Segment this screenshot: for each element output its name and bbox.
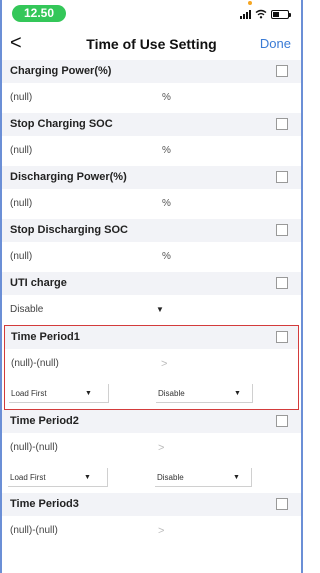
stop-discharging-soc-row[interactable]: (null) % (2, 242, 301, 272)
nav-bar: < Time of Use Setting Done (2, 26, 301, 60)
charging-power-value[interactable]: (null) (10, 92, 32, 103)
charging-power-unit: % (162, 92, 171, 103)
time-period-1-mode-value: Load First (11, 389, 47, 398)
uti-charge-dropdown[interactable]: Disable ▼ (2, 295, 301, 325)
signal-icon (240, 9, 251, 19)
stop-discharging-soc-value[interactable]: (null) (10, 251, 32, 262)
time-period-2-checkbox[interactable] (276, 415, 288, 427)
status-bar: 12.50 (2, 0, 301, 26)
time-period-3-range[interactable]: (null)-(null) (10, 525, 58, 536)
page-title: Time of Use Setting (86, 36, 217, 52)
uti-charge-label: UTI charge (10, 277, 67, 289)
wifi-icon (255, 9, 267, 19)
time-period-2-mode-select[interactable]: Load First ▼ (8, 468, 108, 487)
stop-charging-soc-checkbox[interactable] (276, 118, 288, 130)
chevron-down-icon: ▼ (233, 474, 240, 481)
discharging-power-row[interactable]: (null) % (2, 189, 301, 219)
discharging-power-unit: % (162, 198, 171, 209)
privacy-indicator-dot (248, 1, 252, 5)
uti-charge-value[interactable]: Disable (10, 304, 43, 315)
time-period-1-highlight: Time Period1 (null)-(null) > Load First … (4, 325, 299, 410)
time-period-1-range-row[interactable]: (null)-(null) > (5, 349, 298, 379)
time-period-2-state-select[interactable]: Disable ▼ (155, 468, 252, 487)
section-time-period-2: Time Period2 (2, 410, 301, 433)
time-period-3-range-row[interactable]: (null)-(null) > (2, 516, 301, 546)
phone-frame: 12.50 < Time of Use Setting Done Chargin… (0, 0, 303, 573)
time-period-3-checkbox[interactable] (276, 498, 288, 510)
status-time: 12.50 (12, 5, 66, 22)
stop-discharging-soc-checkbox[interactable] (276, 224, 288, 236)
discharging-power-value[interactable]: (null) (10, 198, 32, 209)
time-period-2-label: Time Period2 (10, 415, 79, 427)
time-period-1-state-select[interactable]: Disable ▼ (156, 384, 253, 403)
time-period-3-label: Time Period3 (10, 498, 79, 510)
time-period-2-range[interactable]: (null)-(null) (10, 442, 58, 453)
stop-charging-soc-value[interactable]: (null) (10, 145, 32, 156)
chevron-down-icon: ▼ (85, 390, 92, 397)
time-period-1-label: Time Period1 (11, 331, 80, 343)
discharging-power-checkbox[interactable] (276, 171, 288, 183)
chevron-right-icon: > (161, 358, 168, 370)
time-period-1-state-value: Disable (158, 389, 185, 398)
stop-discharging-soc-label: Stop Discharging SOC (10, 224, 128, 236)
uti-charge-checkbox[interactable] (276, 277, 288, 289)
chevron-right-icon: > (158, 442, 165, 454)
section-time-period-1: Time Period1 (5, 326, 298, 349)
stop-charging-soc-label: Stop Charging SOC (10, 118, 113, 130)
battery-icon (271, 10, 291, 19)
time-period-1-range[interactable]: (null)-(null) (11, 358, 59, 369)
charging-power-row[interactable]: (null) % (2, 83, 301, 113)
section-charging-power: Charging Power(%) (2, 60, 301, 83)
time-period-2-mode-value: Load First (10, 473, 46, 482)
time-period-2-state-value: Disable (157, 473, 184, 482)
discharging-power-label: Discharging Power(%) (10, 171, 127, 183)
time-period-1-selects: Load First ▼ Disable ▼ (5, 379, 298, 409)
section-discharging-power: Discharging Power(%) (2, 166, 301, 189)
charging-power-checkbox[interactable] (276, 65, 288, 77)
time-period-2-selects: Load First ▼ Disable ▼ (2, 463, 301, 493)
stop-charging-soc-unit: % (162, 145, 171, 156)
chevron-down-icon: ▼ (156, 305, 164, 314)
section-time-period-3: Time Period3 (2, 493, 301, 516)
stop-charging-soc-row[interactable]: (null) % (2, 136, 301, 166)
section-stop-discharging-soc: Stop Discharging SOC (2, 219, 301, 242)
section-uti-charge: UTI charge (2, 272, 301, 295)
stop-discharging-soc-unit: % (162, 251, 171, 262)
time-period-1-checkbox[interactable] (276, 331, 288, 343)
chevron-right-icon: > (158, 525, 165, 537)
charging-power-label: Charging Power(%) (10, 65, 112, 77)
done-button[interactable]: Done (260, 36, 291, 51)
chevron-down-icon: ▼ (234, 390, 241, 397)
time-period-1-mode-select[interactable]: Load First ▼ (9, 384, 109, 403)
section-stop-charging-soc: Stop Charging SOC (2, 113, 301, 136)
chevron-down-icon: ▼ (84, 474, 91, 481)
time-period-2-range-row[interactable]: (null)-(null) > (2, 433, 301, 463)
status-icons (240, 7, 291, 19)
